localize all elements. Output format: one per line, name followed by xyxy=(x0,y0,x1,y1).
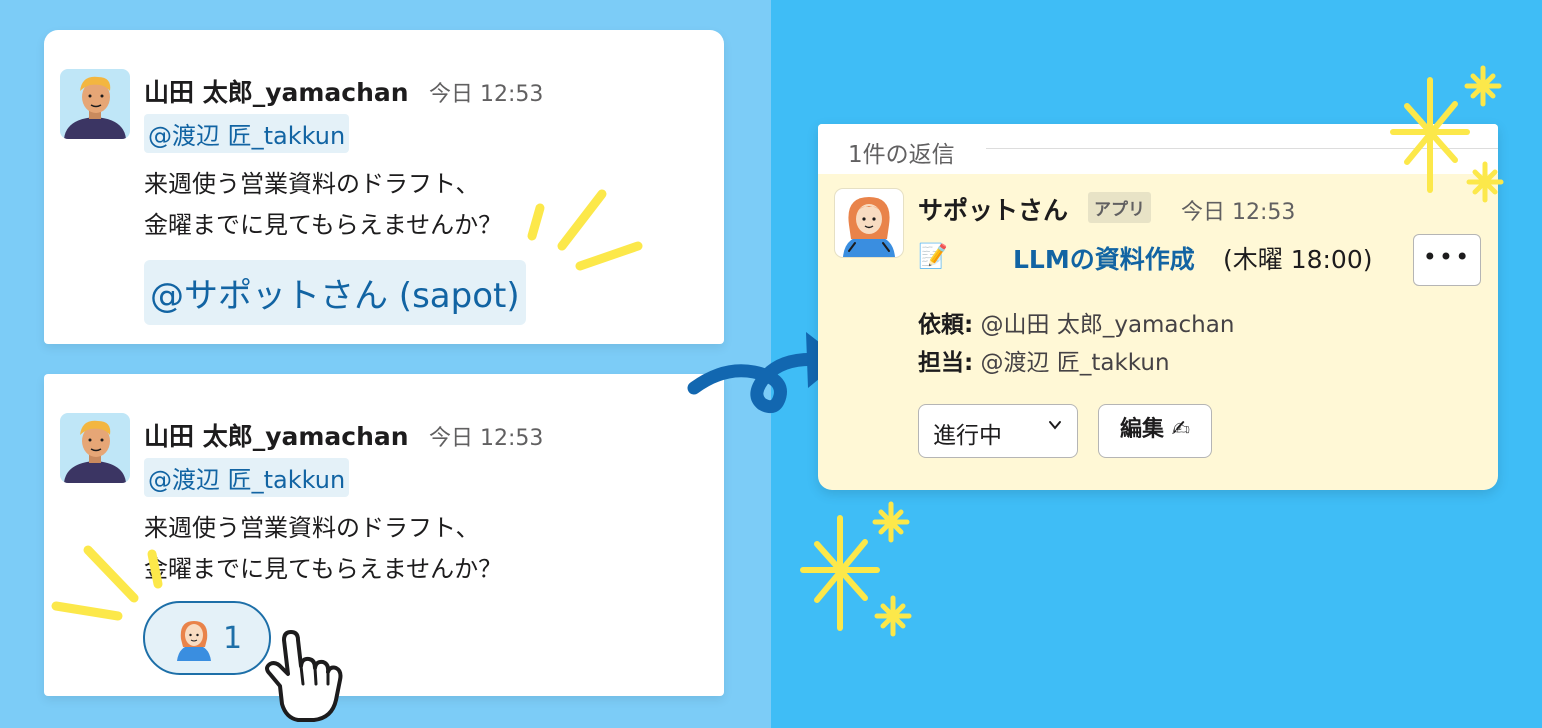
user-avatar-icon[interactable] xyxy=(60,69,130,139)
memo-icon: 📝 xyxy=(918,242,948,270)
requester-mention[interactable]: @山田 太郎_yamachan xyxy=(981,312,1235,338)
sparkle-icon xyxy=(1390,65,1504,203)
sparkle-lines xyxy=(527,189,643,271)
more-actions-button[interactable]: ••• xyxy=(1413,234,1481,286)
chevron-down-icon xyxy=(1047,417,1063,438)
mention-takkun[interactable]: @渡辺 匠_takkun xyxy=(144,114,350,153)
bot-name[interactable]: サポットさん xyxy=(918,191,1068,227)
mention-takkun[interactable]: @渡辺 匠_takkun xyxy=(144,458,350,497)
bot-avatar-icon[interactable] xyxy=(835,189,903,257)
user-avatar-icon[interactable] xyxy=(60,413,130,483)
sparkle-lines xyxy=(51,545,163,621)
status-dropdown[interactable]: 進行中 xyxy=(918,404,1078,458)
timestamp[interactable]: 今日 12:53 xyxy=(1181,194,1295,226)
message-line-2: 金曜までに見てもらえませんか？ xyxy=(144,211,503,239)
edit-button[interactable]: 編集 ✍ xyxy=(1098,404,1212,458)
pointer-hand-icon xyxy=(265,630,343,722)
assignee-label: 担当: xyxy=(918,350,974,376)
requester-label: 依頼: xyxy=(918,312,974,338)
timestamp[interactable]: 今日 12:53 xyxy=(429,420,543,452)
message-line-2: 金曜までに見てもらえませんか？ xyxy=(144,555,503,583)
status-value: 進行中 xyxy=(933,423,1002,449)
assignee-field: 担当: @渡辺 匠_takkun xyxy=(918,343,1170,377)
task-title-link[interactable]: LLMの資料作成 xyxy=(1013,240,1195,276)
assignee-mention[interactable]: @渡辺 匠_takkun xyxy=(981,350,1170,376)
username[interactable]: 山田 太郎_yamachan xyxy=(144,73,409,109)
app-badge: アプリ xyxy=(1088,192,1151,223)
message-line-1: 来週使う営業資料のドラフト、 xyxy=(144,170,480,198)
sparkle-icon xyxy=(800,501,912,637)
reply-count-label: 1件の返信 xyxy=(848,142,955,168)
message-line-1: 来週使う営業資料のドラフト、 xyxy=(144,514,480,542)
reply-count: 1 xyxy=(223,621,243,656)
requester-field: 依頼: @山田 太郎_yamachan xyxy=(918,305,1234,339)
timestamp[interactable]: 今日 12:53 xyxy=(429,76,543,108)
username[interactable]: 山田 太郎_yamachan xyxy=(144,417,409,453)
task-deadline: (木曜 18:00) xyxy=(1223,245,1373,274)
bot-mention[interactable]: @サポットさん (sapot) xyxy=(144,260,526,325)
